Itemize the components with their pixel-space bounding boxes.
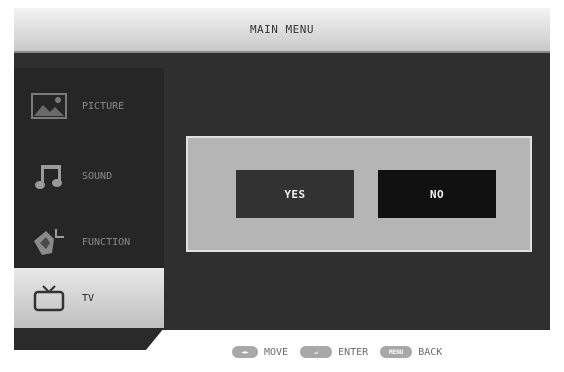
hint-label: ENTER (338, 346, 369, 358)
sidebar-item-label: SOUND (82, 170, 113, 182)
sidebar-item-label: PICTURE (82, 100, 125, 112)
enter-key-icon: ↵ (300, 346, 333, 358)
sidebar-item-function[interactable]: FUNCTION (14, 212, 164, 272)
hint-move: ◄► MOVE (232, 346, 288, 358)
hint-back: MENU BACK (380, 346, 442, 358)
key-hints: ◄► MOVE ↵ ENTER MENU BACK (232, 342, 442, 362)
title-bar: MAIN MENU (14, 8, 550, 53)
page-title: MAIN MENU (249, 23, 315, 36)
picture-icon (28, 91, 70, 121)
sidebar-item-tv[interactable]: TV (14, 268, 164, 328)
menu-key-icon: MENU (380, 346, 413, 358)
sidebar-footer (14, 328, 164, 350)
sidebar: PICTURE SOUND FUNCTION TV (14, 68, 164, 328)
no-button[interactable]: NO (378, 170, 496, 218)
tv-icon (28, 283, 70, 313)
hint-enter: ↵ ENTER (300, 346, 368, 358)
move-key-icon: ◄► (232, 346, 258, 358)
music-note-icon (28, 161, 70, 191)
sidebar-item-label: TV (82, 292, 95, 304)
sidebar-item-sound[interactable]: SOUND (14, 146, 164, 206)
yes-button[interactable]: YES (236, 170, 354, 218)
sidebar-item-label: FUNCTION (82, 236, 131, 248)
tv-menu-screen: MAIN MENU PICTURE SOUND FUNCTION TV YES … (0, 0, 564, 372)
hint-label: MOVE (264, 346, 289, 358)
sidebar-item-picture[interactable]: PICTURE (14, 76, 164, 136)
hint-label: BACK (418, 346, 443, 358)
confirm-dialog: YES NO (186, 136, 532, 252)
function-icon (28, 227, 70, 257)
